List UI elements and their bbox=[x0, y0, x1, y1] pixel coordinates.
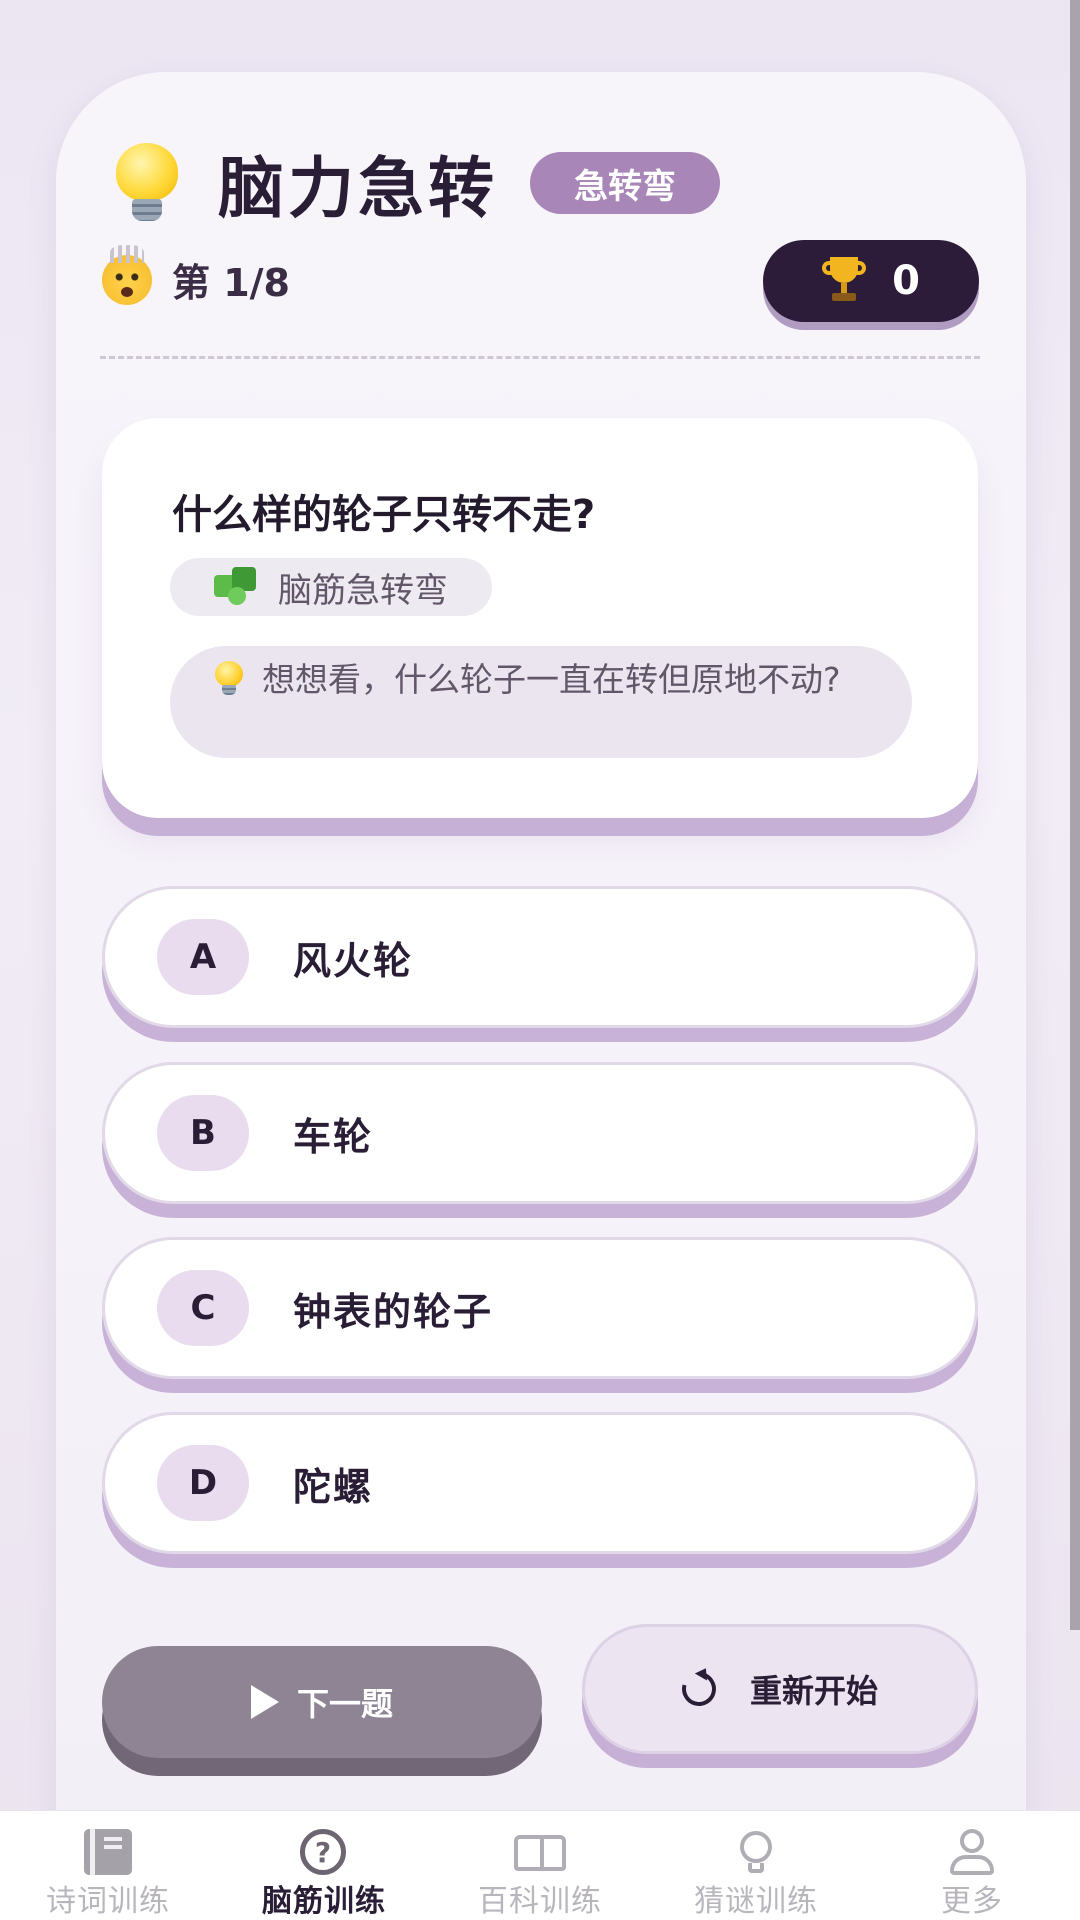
option-text: 车轮 bbox=[293, 1114, 374, 1159]
hint-box: 想想看，什么轮子一直在转但原地不动? bbox=[170, 646, 912, 758]
page-title: 脑力急转 bbox=[218, 150, 498, 227]
score-badge: 0 bbox=[763, 240, 979, 322]
header: 脑力急转 急转弯 bbox=[112, 138, 720, 228]
screen-edge bbox=[1070, 0, 1080, 1630]
trophy-icon bbox=[822, 257, 867, 305]
question-card: 什么样的轮子只转不走? 脑筋急转弯 想想看，什么轮子一直在转但原地不动? bbox=[102, 418, 978, 818]
question-text: 什么样的轮子只转不走? bbox=[172, 492, 596, 538]
progress-text: 第 1/8 bbox=[172, 261, 290, 305]
progress-indicator: 第 1/8 bbox=[102, 244, 290, 307]
option-letter: D bbox=[157, 1445, 249, 1521]
category-tag: 急转弯 bbox=[530, 152, 720, 214]
option-text: 风火轮 bbox=[293, 938, 414, 983]
tab-poetry[interactable]: 诗词训练 bbox=[0, 1811, 216, 1920]
option-text: 钟表的轮子 bbox=[293, 1289, 494, 1334]
question-icon: ? bbox=[296, 1829, 352, 1875]
tab-label: 脑筋训练 bbox=[262, 1884, 386, 1919]
tab-more[interactable]: 更多 bbox=[864, 1811, 1080, 1920]
puzzle-icon bbox=[214, 567, 258, 607]
bottom-tab-bar: 诗词训练 ? 脑筋训练 百科训练 猜谜训练 更多 bbox=[0, 1810, 1080, 1920]
option-text: 陀螺 bbox=[293, 1464, 374, 1509]
lightbulb-icon bbox=[112, 143, 182, 223]
score-value: 0 bbox=[892, 258, 920, 304]
refresh-icon bbox=[675, 1665, 723, 1713]
next-question-button[interactable]: 下一题 bbox=[102, 1646, 542, 1758]
hint-lightbulb-icon bbox=[214, 661, 244, 697]
open-book-icon bbox=[512, 1829, 568, 1872]
lightbulb-outline-icon bbox=[728, 1829, 784, 1873]
dashed-divider bbox=[100, 356, 980, 359]
option-a[interactable]: A 风火轮 bbox=[102, 886, 978, 1028]
exploding-head-icon bbox=[102, 244, 152, 305]
play-icon bbox=[250, 1685, 279, 1719]
book-icon bbox=[80, 1829, 136, 1875]
person-icon bbox=[944, 1829, 1000, 1875]
question-category: 脑筋急转弯 bbox=[278, 570, 448, 611]
tab-label: 百科训练 bbox=[478, 1884, 602, 1919]
tab-encyclopedia[interactable]: 百科训练 bbox=[432, 1811, 648, 1920]
option-d[interactable]: D 陀螺 bbox=[102, 1412, 978, 1554]
tab-label: 诗词训练 bbox=[46, 1884, 170, 1919]
restart-label: 重新开始 bbox=[749, 1672, 878, 1710]
tab-label: 猜谜训练 bbox=[694, 1884, 818, 1919]
option-b[interactable]: B 车轮 bbox=[102, 1062, 978, 1204]
hint-text: 想想看，什么轮子一直在转但原地不动? bbox=[262, 660, 841, 699]
next-question-label: 下一题 bbox=[296, 1685, 393, 1723]
option-c[interactable]: C 钟表的轮子 bbox=[102, 1237, 978, 1379]
tab-brain[interactable]: ? 脑筋训练 bbox=[216, 1811, 432, 1920]
option-letter: C bbox=[157, 1270, 249, 1346]
tab-riddle[interactable]: 猜谜训练 bbox=[648, 1811, 864, 1920]
question-category-chip: 脑筋急转弯 bbox=[170, 558, 492, 616]
option-letter: A bbox=[157, 919, 249, 995]
tab-label: 更多 bbox=[941, 1884, 1003, 1919]
restart-button[interactable]: 重新开始 bbox=[582, 1624, 978, 1754]
option-letter: B bbox=[157, 1095, 249, 1171]
